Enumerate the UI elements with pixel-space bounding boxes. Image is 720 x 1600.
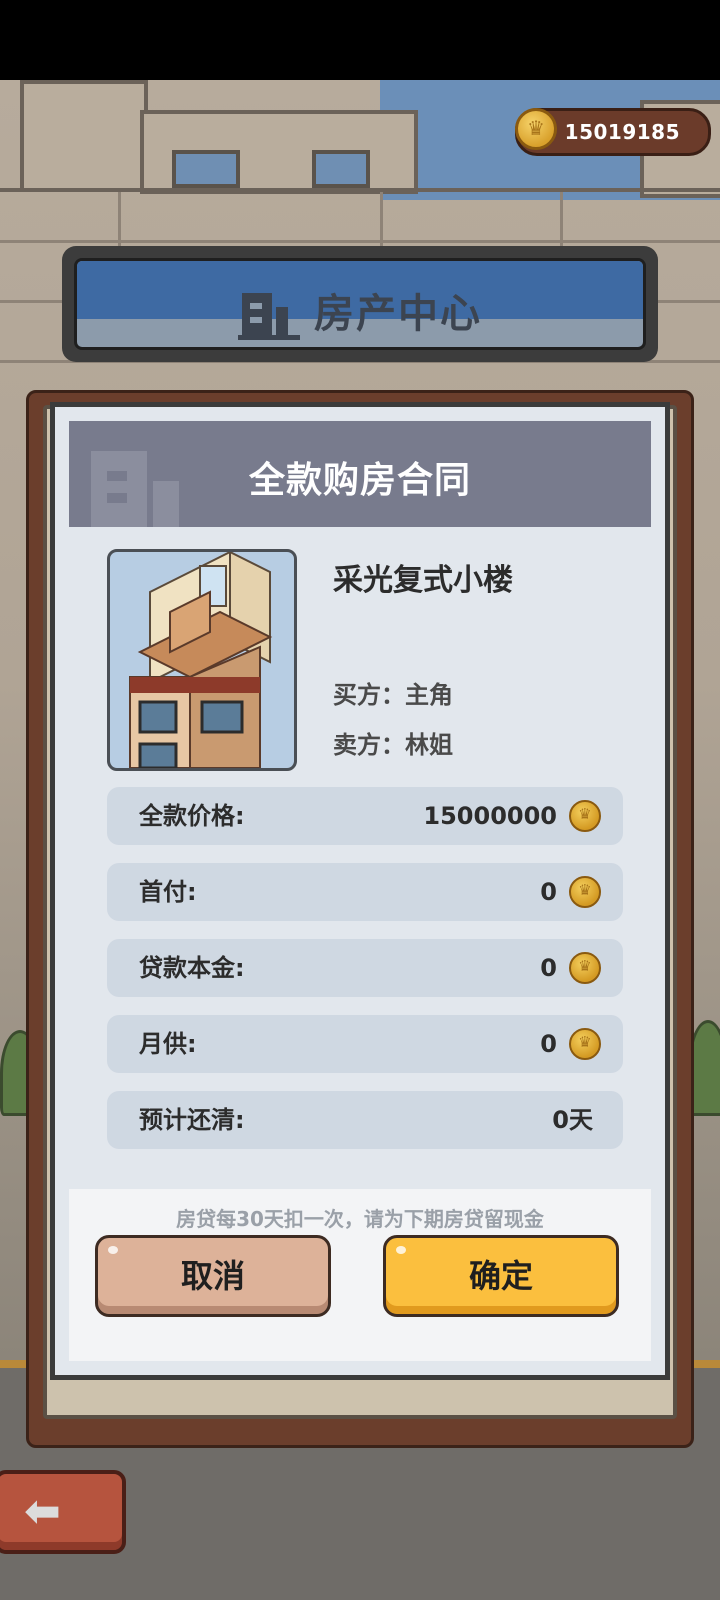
property-illustration bbox=[129, 552, 273, 768]
background-window bbox=[172, 150, 240, 188]
row-label: 月供: bbox=[139, 1030, 197, 1058]
coin-balance-value: 15019185 bbox=[564, 120, 680, 144]
row-payoff-estimate: 预计还清: 0天 bbox=[107, 1091, 623, 1149]
row-label: 首付: bbox=[139, 878, 197, 906]
row-value: 0 bbox=[540, 954, 557, 982]
background-window bbox=[312, 150, 370, 188]
coin-icon bbox=[569, 800, 601, 832]
row-loan-principal: 贷款本金: 0 bbox=[107, 939, 623, 997]
seller-label: 卖方：林姐 bbox=[333, 731, 453, 759]
row-down-payment: 首付: 0 bbox=[107, 863, 623, 921]
status-bar bbox=[0, 0, 720, 80]
coin-icon bbox=[569, 1028, 601, 1060]
mortgage-note: 房贷每30天扣一次，请为下期房贷留现金 bbox=[176, 1207, 544, 1231]
contract-footer: 房贷每30天扣一次，请为下期房贷留现金 取消 确定 bbox=[69, 1189, 651, 1361]
coin-icon bbox=[569, 952, 601, 984]
coin-icon bbox=[569, 876, 601, 908]
property-name: 采光复式小楼 bbox=[333, 563, 513, 598]
row-full-price: 全款价格: 15000000 bbox=[107, 787, 623, 845]
row-value: 0天 bbox=[552, 1106, 593, 1134]
back-arrow-icon: ⬅ bbox=[24, 1486, 61, 1537]
cancel-button[interactable]: 取消 bbox=[95, 1235, 331, 1317]
buyer-label: 买方：主角 bbox=[333, 681, 453, 709]
row-label: 全款价格: bbox=[139, 802, 245, 830]
wall-line bbox=[0, 240, 720, 243]
confirm-button[interactable]: 确定 bbox=[383, 1235, 619, 1317]
row-label: 贷款本金: bbox=[139, 954, 245, 982]
property-image bbox=[107, 549, 297, 771]
contract-dialog: 全款购房合同 采光复式小楼 买方：主角 卖方：林姐 全款价格: 15000000… bbox=[50, 402, 670, 1380]
background-building bbox=[20, 80, 148, 192]
contract-title: 全款购房合同 bbox=[248, 460, 471, 501]
contract-header: 全款购房合同 bbox=[69, 421, 651, 527]
back-button[interactable]: ⬅ bbox=[0, 1470, 126, 1554]
building-icon bbox=[238, 293, 300, 340]
row-monthly-payment: 月供: 0 bbox=[107, 1015, 623, 1073]
coin-icon bbox=[515, 108, 557, 150]
page-title-text: 房产中心 bbox=[314, 291, 482, 337]
header-sign-panel: 房产中心 bbox=[74, 258, 646, 350]
page-title: 房产中心 bbox=[77, 281, 643, 341]
wall-ledge bbox=[0, 188, 720, 192]
header-sign: 房产中心 bbox=[62, 246, 658, 362]
row-label: 预计还清: bbox=[139, 1106, 245, 1134]
row-value: 15000000 bbox=[423, 802, 557, 830]
row-value: 0 bbox=[540, 878, 557, 906]
row-value: 0 bbox=[540, 1030, 557, 1058]
